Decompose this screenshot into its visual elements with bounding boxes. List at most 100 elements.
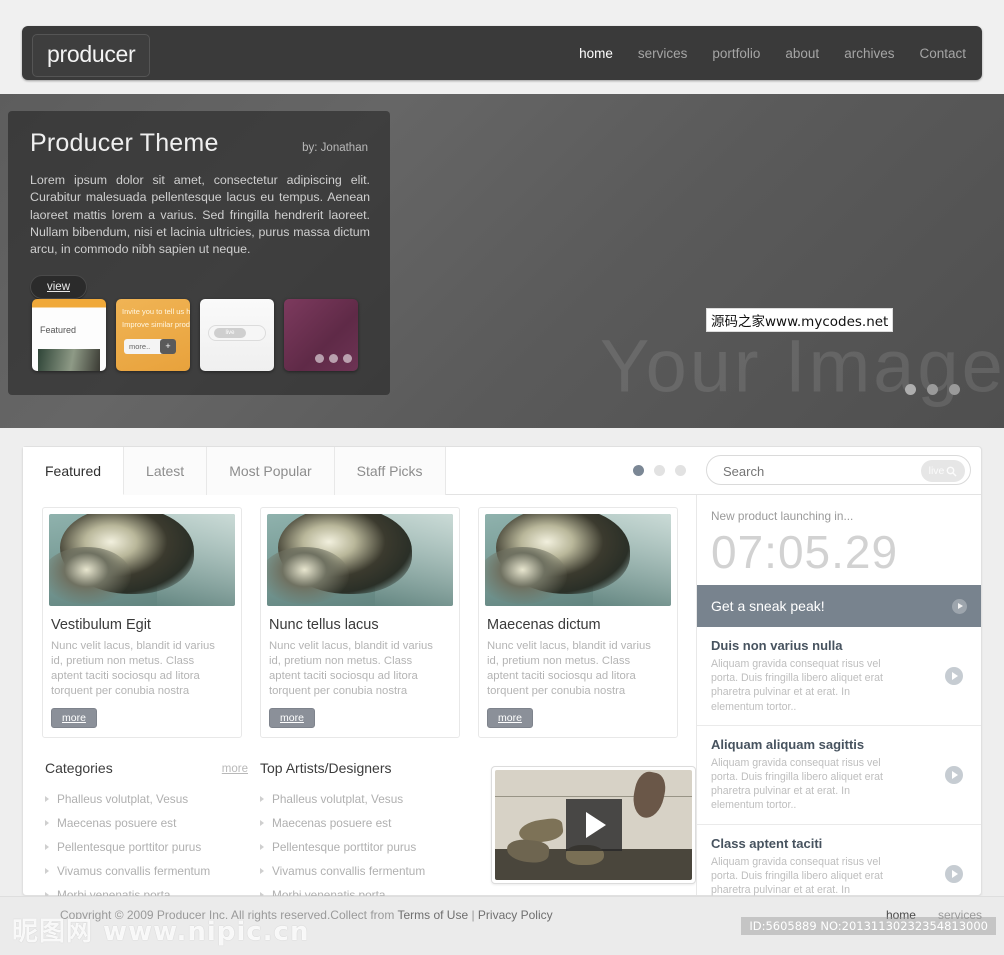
categories-list: Phalleus volutplat, Vesus Maecenas posue… — [45, 787, 248, 907]
hero-thumb-purple[interactable] — [284, 299, 358, 371]
hand-shape — [629, 770, 669, 821]
hero-thumb-featured-image — [38, 349, 100, 371]
fish-shape — [505, 838, 550, 865]
artists-heading: Top Artists/Designers — [260, 760, 392, 776]
card-image — [485, 514, 671, 606]
hero-placeholder-text: Your Image — [600, 324, 1004, 408]
categories-more-link[interactable]: more — [222, 763, 248, 775]
hero-thumb-search-pill: live — [214, 328, 246, 338]
countdown-label: New product launching in... — [711, 509, 854, 523]
arrow-right-icon[interactable] — [945, 765, 963, 784]
list-item[interactable]: Phalleus volutplat, Vesus — [260, 787, 463, 811]
nav-item-services[interactable]: services — [638, 46, 688, 61]
hero-thumb-featured-label: Featured — [40, 325, 77, 335]
hero-banner: Your Image 源码之家www.mycodes.net Producer … — [0, 94, 1004, 428]
hero-description: Lorem ipsum dolor sit amet, consectetur … — [30, 173, 370, 257]
search-box[interactable]: live — [706, 455, 971, 486]
live-search-button[interactable]: live — [921, 460, 965, 482]
content-pagination-dots[interactable] — [633, 465, 686, 476]
sneak-peak-label: Get a sneak peak! — [711, 598, 825, 614]
tab-featured[interactable]: Featured — [23, 447, 125, 495]
nav-item-archives[interactable]: archives — [844, 46, 894, 61]
video-thumbnail[interactable] — [491, 766, 696, 884]
search-icon — [946, 466, 957, 476]
card-title: Vestibulum Egit — [51, 617, 151, 633]
live-search-label: live — [928, 465, 945, 477]
logo[interactable]: producer — [32, 34, 151, 77]
hero-dot-1[interactable] — [905, 384, 916, 395]
right-sidebar: New product launching in... 07:05.29 Get… — [696, 495, 981, 924]
site-watermark: 源码之家www.mycodes.net — [706, 308, 894, 332]
card-more-button[interactable]: more — [487, 708, 533, 728]
tabs-bar: Featured Latest Most Popular Staff Picks… — [23, 447, 981, 495]
nipic-watermark: 昵图网 www.nipic.cn — [12, 917, 310, 947]
hero-thumb-purple-dots — [315, 354, 352, 363]
video-frame — [495, 770, 692, 880]
list-item[interactable]: Vivamus convallis fermentum — [45, 859, 248, 883]
list-item[interactable]: Vivamus convallis fermentum — [260, 859, 463, 883]
hero-thumb-invite-line1: Invite you to tell us h — [122, 307, 190, 316]
hero-thumbnail-strip: Featured Invite you to tell us h Improve… — [32, 299, 358, 371]
search-input[interactable] — [723, 456, 913, 486]
hero-title: Producer Theme — [30, 129, 219, 157]
list-item[interactable]: Phalleus volutplat, Vesus — [45, 787, 248, 811]
nav-item-about[interactable]: about — [785, 46, 819, 61]
news-text: Aliquam gravida consequat risus vel port… — [711, 658, 883, 713]
terms-of-use-link[interactable]: Terms of Use — [397, 908, 468, 922]
hero-thumb-search[interactable]: live — [200, 299, 274, 371]
view-button[interactable]: view — [30, 275, 88, 300]
card-text: Nunc velit lacus, blandit id varius id, … — [51, 640, 215, 697]
card-text: Nunc velit lacus, blandit id varius id, … — [487, 640, 651, 697]
tab-latest[interactable]: Latest — [124, 447, 208, 495]
page-root: producer home services portfolio about a… — [0, 0, 1004, 955]
hero-thumb-invite[interactable]: Invite you to tell us h Improve similar … — [116, 299, 190, 371]
card-text: Nunc velit lacus, blandit id varius id, … — [269, 640, 433, 697]
nav-item-contact[interactable]: Contact — [919, 46, 966, 61]
countdown-timer: 07:05.29 — [711, 526, 899, 578]
nav-item-portfolio[interactable]: portfolio — [712, 46, 760, 61]
sneak-peak-button[interactable]: Get a sneak peak! — [697, 585, 981, 627]
arrow-right-icon[interactable] — [945, 864, 963, 883]
news-item[interactable]: Duis non varius nulla Aliquam gravida co… — [697, 627, 981, 726]
news-title: Duis non varius nulla — [711, 638, 843, 653]
main-content-panel: Featured Latest Most Popular Staff Picks… — [22, 446, 982, 924]
content-card[interactable]: Maecenas dictum Nunc velit lacus, blandi… — [478, 507, 678, 738]
content-dot-1[interactable] — [633, 465, 644, 476]
card-image — [267, 514, 453, 606]
countdown-block: New product launching in... 07:05.29 — [697, 495, 981, 585]
content-dot-3[interactable] — [675, 465, 686, 476]
hero-byline: by: Jonathan — [302, 142, 368, 154]
hero-thumb-featured[interactable]: Featured — [32, 299, 106, 371]
list-item[interactable]: Maecenas posuere est — [260, 811, 463, 835]
footer-separator: | — [468, 908, 478, 922]
content-dot-2[interactable] — [654, 465, 665, 476]
card-more-button[interactable]: more — [51, 708, 97, 728]
hero-dot-3[interactable] — [949, 384, 960, 395]
hero-dot-2[interactable] — [927, 384, 938, 395]
plus-icon: + — [160, 339, 176, 354]
content-card[interactable]: Nunc tellus lacus Nunc velit lacus, blan… — [260, 507, 460, 738]
hero-pagination-dots[interactable] — [905, 384, 960, 395]
list-item[interactable]: Pellentesque porttitor purus — [45, 835, 248, 859]
tab-most-popular[interactable]: Most Popular — [207, 447, 335, 495]
nav-item-home[interactable]: home — [579, 46, 613, 61]
arrow-right-icon[interactable] — [945, 666, 963, 685]
artists-list: Phalleus volutplat, Vesus Maecenas posue… — [260, 787, 463, 907]
news-item[interactable]: Aliquam aliquam sagittis Aliquam gravida… — [697, 726, 981, 825]
news-list: Duis non varius nulla Aliquam gravida co… — [697, 627, 981, 924]
list-item[interactable]: Maecenas posuere est — [45, 811, 248, 835]
card-title: Nunc tellus lacus — [269, 617, 379, 633]
news-title: Class aptent taciti — [711, 835, 823, 851]
card-title: Maecenas dictum — [487, 617, 601, 633]
hero-title-row: Producer Theme by: Jonathan — [30, 129, 368, 158]
main-nav: home services portfolio about archives C… — [579, 26, 966, 80]
card-more-button[interactable]: more — [269, 708, 315, 728]
site-footer: Copyright © 2009 Producer Inc. All right… — [0, 896, 1004, 955]
artists-section: Top Artists/Designers Phalleus volutplat… — [248, 760, 463, 907]
id-watermark: ID:5605889 NO:20131130232354813000 — [741, 917, 996, 935]
privacy-policy-link[interactable]: Privacy Policy — [478, 908, 553, 922]
play-icon[interactable] — [565, 799, 622, 851]
tab-staff-picks[interactable]: Staff Picks — [334, 447, 446, 495]
content-card[interactable]: Vestibulum Egit Nunc velit lacus, blandi… — [42, 507, 242, 738]
list-item[interactable]: Pellentesque porttitor purus — [260, 835, 463, 859]
